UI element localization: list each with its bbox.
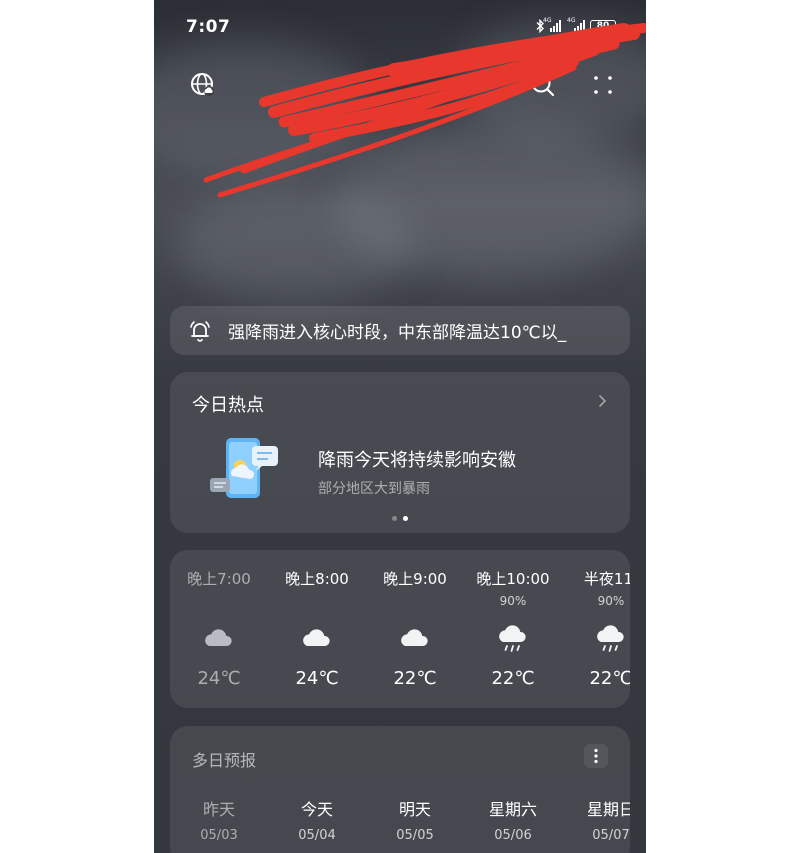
network-type-label: 4G <box>543 17 552 24</box>
day-date: 05/04 <box>298 828 336 843</box>
daily-item[interactable]: 星期日 05/07 <box>562 796 630 843</box>
cloudy-icon <box>205 629 232 646</box>
phone-weather-illustration-icon <box>210 438 278 498</box>
hot-topic-headline[interactable]: 降雨今天将持续影响安徽 <box>318 446 516 472</box>
search-icon <box>531 73 555 97</box>
network-type-label-2: 4G <box>567 17 576 24</box>
signal-strength-icon: 4G <box>543 17 561 32</box>
city-manage-button[interactable] <box>188 70 218 100</box>
daily-item[interactable]: 明天 05/05 <box>366 796 464 843</box>
carousel-indicator <box>392 516 408 521</box>
grid-dots-icon <box>594 76 612 94</box>
cloudy-icon <box>401 629 428 646</box>
hour-temperature: 24℃ <box>295 668 339 689</box>
hour-temperature: 22℃ <box>589 668 630 689</box>
daily-item[interactable]: 昨天 05/03 <box>170 796 268 843</box>
hourly-item: 晚上9:00 22℃ <box>366 550 464 708</box>
globe-icon <box>191 73 214 96</box>
day-date: 05/05 <box>396 828 434 843</box>
status-icons: 4G 4G 80 <box>535 17 619 33</box>
battery-icon: 80 <box>590 19 619 33</box>
daily-forecast-card[interactable]: 多日预报 昨天 05/03 今天 05/04 明天 05/05 星期六 05/0… <box>170 726 630 853</box>
daily-forecast-menu-button[interactable] <box>584 744 608 768</box>
hour-label: 半夜11: <box>583 570 630 588</box>
signal-strength-icon-2: 4G <box>567 17 585 32</box>
hourly-item: 晚上8:00 24℃ <box>268 550 366 708</box>
daily-forecast-title: 多日预报 <box>192 751 257 770</box>
cloudy-icon <box>303 629 330 646</box>
weather-alert-banner[interactable]: 强降雨进入核心时段，中东部降温达10℃以_ <box>170 306 630 355</box>
hour-temperature: 24℃ <box>197 668 241 689</box>
hour-temperature: 22℃ <box>491 668 535 689</box>
hot-topics-card[interactable]: 今日热点 降雨今天将持续影响安徽 部分地区大到暴雨 <box>170 372 630 533</box>
day-date: 05/06 <box>494 828 532 843</box>
precip-probability: 90% <box>597 594 625 608</box>
status-bar: 7:07 4G 4G 80 <box>154 0 646 52</box>
day-date: 05/07 <box>592 828 630 843</box>
alert-text: 强降雨进入核心时段，中东部降温达10℃以_ <box>228 323 567 343</box>
hour-label: 晚上10:00 <box>476 570 550 588</box>
day-label: 星期日 <box>586 800 630 819</box>
hot-topics-title: 今日热点 <box>192 395 264 416</box>
day-date: 05/03 <box>200 828 238 843</box>
hour-label: 晚上9:00 <box>383 570 447 588</box>
battery-level: 80 <box>596 21 610 31</box>
rain-icon <box>499 625 526 652</box>
chevron-right-icon[interactable] <box>596 392 610 410</box>
day-label: 今天 <box>300 800 333 819</box>
search-button[interactable] <box>528 70 558 100</box>
alert-bell-icon <box>190 320 210 342</box>
hourly-item: 晚上7:00 24℃ <box>170 550 268 708</box>
hour-label: 晚上7:00 <box>187 570 251 588</box>
hourly-item: 晚上10:00 90% 22℃ <box>464 550 562 708</box>
daily-item[interactable]: 星期六 05/06 <box>464 796 562 843</box>
vertical-dots-icon <box>594 748 598 764</box>
day-label: 昨天 <box>202 800 235 819</box>
hour-label: 晚上8:00 <box>285 570 349 588</box>
hourly-item: 半夜11: 90% 22℃ <box>562 550 630 708</box>
hot-topic-subtitle: 部分地区大到暴雨 <box>318 481 430 497</box>
day-label: 星期六 <box>488 800 537 819</box>
hour-temperature: 22℃ <box>393 668 437 689</box>
status-time: 7:07 <box>186 17 231 37</box>
hourly-forecast-card[interactable]: 晚上7:00 24℃ 晚上8:00 24℃ 晚上9:00 22℃ 晚上10:00… <box>170 550 630 708</box>
day-label: 明天 <box>398 800 431 819</box>
precip-probability: 90% <box>499 594 527 608</box>
weather-screen: 7:07 4G 4G 80 强降雨进入核心时段，中东部降温达10℃以_ 今日热点… <box>154 0 646 853</box>
rain-icon <box>597 625 624 652</box>
more-options-button[interactable] <box>588 70 618 100</box>
daily-item[interactable]: 今天 05/04 <box>268 796 366 843</box>
